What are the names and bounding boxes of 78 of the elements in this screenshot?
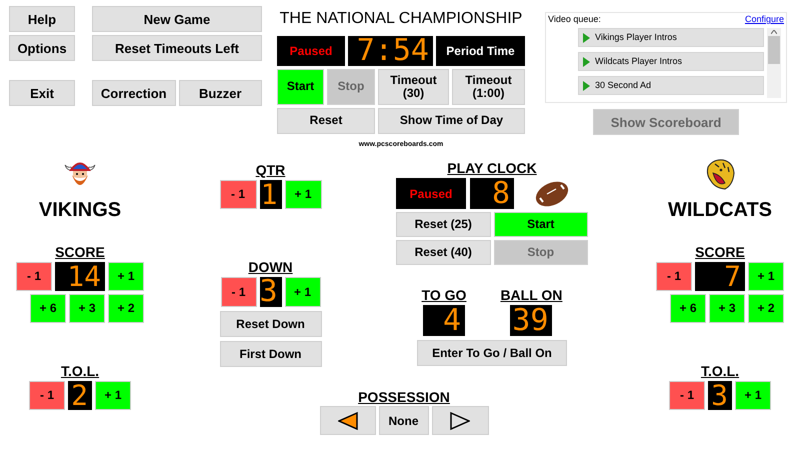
section-heading: T.O.L. bbox=[700, 363, 740, 379]
clock-button[interactable]: Show Time of Day bbox=[378, 108, 525, 134]
clock-button[interactable]: Reset (25) bbox=[396, 212, 490, 237]
none-button[interactable]: None bbox=[378, 406, 428, 435]
configure-link[interactable]: Configure bbox=[744, 13, 784, 25]
minus-button[interactable]: - 1 bbox=[669, 381, 705, 410]
video-item[interactable]: Vikings Player Intros bbox=[578, 28, 764, 47]
video-queue-label: Video queue: bbox=[548, 13, 601, 25]
minus-button[interactable]: - 1 bbox=[29, 381, 65, 410]
clock-button[interactable]: Reset bbox=[277, 108, 375, 134]
plus-button[interactable]: + 1 bbox=[284, 277, 320, 307]
left-arrow-button[interactable] bbox=[320, 406, 376, 435]
plus-button[interactable]: + 1 bbox=[108, 262, 144, 291]
plus-button[interactable]: + 6 bbox=[30, 294, 66, 323]
clock-mode: Period Time bbox=[436, 36, 525, 66]
right-arrow-button[interactable] bbox=[432, 406, 488, 435]
minus-button[interactable]: - 1 bbox=[656, 262, 692, 291]
section-heading: DOWN bbox=[248, 259, 293, 275]
right-arrow-icon bbox=[450, 412, 470, 430]
team-name: VIKINGS bbox=[38, 198, 122, 222]
clock-button[interactable]: Start bbox=[277, 69, 324, 105]
down-button[interactable]: Reset Down bbox=[220, 311, 322, 337]
timeouts-display: 2 bbox=[68, 381, 92, 410]
section-heading: SCORE bbox=[55, 244, 105, 260]
score-display: 14 bbox=[55, 262, 105, 291]
plus-button[interactable]: + 2 bbox=[748, 294, 784, 323]
score-display: 7 bbox=[695, 262, 745, 291]
play-clock-status: Paused bbox=[396, 178, 466, 209]
game-title: THE NATIONAL CHAMPIONSHIP bbox=[278, 9, 524, 29]
section-heading: POSSESSION bbox=[358, 389, 450, 405]
video-item[interactable]: 30 Second Ad bbox=[578, 76, 764, 95]
section-heading: T.O.L. bbox=[60, 363, 100, 379]
left-arrow-icon bbox=[338, 412, 358, 430]
play-icon bbox=[583, 80, 590, 90]
menu-button[interactable]: Options bbox=[9, 35, 75, 61]
play-clock-display: 8 bbox=[470, 178, 514, 209]
minus-button[interactable]: - 1 bbox=[220, 277, 256, 307]
to-go-display: 4 bbox=[423, 305, 465, 336]
play-icon bbox=[583, 32, 590, 42]
plus-button[interactable]: + 3 bbox=[69, 294, 105, 323]
menu-button[interactable]: Help bbox=[9, 6, 75, 32]
video-item[interactable]: Wildcats Player Intros bbox=[578, 52, 764, 71]
section-heading: PLAY CLOCK bbox=[447, 160, 537, 176]
plus-button[interactable]: + 1 bbox=[284, 180, 322, 209]
menu-button[interactable]: Buzzer bbox=[178, 80, 262, 106]
game-clock-display: 7:54 bbox=[348, 36, 433, 66]
clock-button[interactable]: Timeout (1:00) bbox=[452, 69, 525, 105]
minus-button[interactable]: - 1 bbox=[16, 262, 52, 291]
plus-button[interactable]: + 2 bbox=[108, 294, 144, 323]
down-display: 3 bbox=[260, 277, 282, 307]
section-heading: BALL ON bbox=[500, 287, 562, 303]
menu-button[interactable]: Correction bbox=[92, 80, 176, 106]
football-icon bbox=[534, 180, 570, 208]
enter-button[interactable]: Enter To Go / Ball On bbox=[417, 340, 567, 366]
plus-button[interactable]: + 3 bbox=[709, 294, 745, 323]
section-heading: TO GO bbox=[422, 287, 466, 303]
clock-status: Paused bbox=[277, 36, 345, 66]
clock-button[interactable]: Start bbox=[494, 212, 588, 237]
minus-button[interactable]: - 1 bbox=[220, 180, 256, 209]
team-name: WILDCATS bbox=[668, 198, 772, 222]
plus-button[interactable]: + 6 bbox=[670, 294, 706, 323]
scroll-up-icon bbox=[771, 30, 777, 34]
down-button[interactable]: First Down bbox=[220, 341, 322, 367]
menu-button[interactable]: New Game bbox=[92, 6, 262, 32]
plus-button[interactable]: + 1 bbox=[735, 381, 771, 410]
plus-button[interactable]: + 1 bbox=[95, 381, 131, 410]
menu-button[interactable]: Exit bbox=[9, 80, 75, 106]
clock-button[interactable]: Timeout (30) bbox=[378, 69, 449, 105]
section-heading: QTR bbox=[256, 162, 286, 178]
ball-on-display: 39 bbox=[510, 305, 552, 336]
quarter-display: 1 bbox=[260, 180, 282, 209]
section-heading: SCORE bbox=[695, 244, 745, 260]
scroll-thumb[interactable] bbox=[768, 36, 780, 64]
play-icon bbox=[583, 56, 590, 66]
timeouts-display: 3 bbox=[708, 381, 732, 410]
clock-button[interactable]: Reset (40) bbox=[396, 240, 490, 265]
plus-button[interactable]: + 1 bbox=[748, 262, 784, 291]
menu-button[interactable]: Reset Timeouts Left bbox=[92, 35, 262, 61]
